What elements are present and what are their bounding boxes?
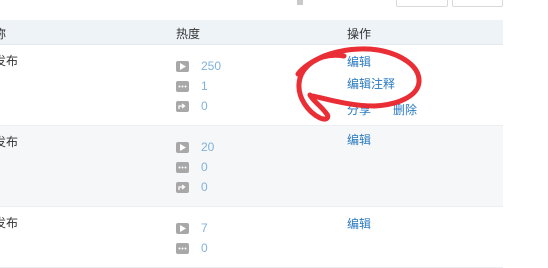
comment-icon xyxy=(176,80,189,92)
comments-count: 0 xyxy=(201,241,208,255)
header-hotness: 热度 xyxy=(176,27,201,41)
comment-icon xyxy=(176,161,189,173)
shares-stat: 0 xyxy=(176,180,208,194)
toolbar-button[interactable] xyxy=(396,0,448,7)
edit-link[interactable]: 编辑 xyxy=(347,131,371,148)
views-count: 7 xyxy=(201,221,208,235)
edit-link[interactable]: 编辑 xyxy=(347,53,371,70)
header-actions: 操作 xyxy=(347,27,372,41)
scroll-marker xyxy=(297,0,303,5)
row-name: 发布 xyxy=(0,216,19,230)
comments-stat: 0 xyxy=(176,160,208,174)
shares-count: 0 xyxy=(201,180,208,194)
edit-link[interactable]: 编辑 xyxy=(347,215,371,232)
table-row: 发布 7 0 编辑 xyxy=(0,207,503,268)
shares-count: 0 xyxy=(201,99,208,113)
content-table: 称 热度 操作 发布 250 1 0 编辑 编辑注释 分享 删除 发布 20 0… xyxy=(0,20,503,268)
views-stat: 20 xyxy=(176,140,214,154)
table-row: 发布 250 1 0 编辑 编辑注释 分享 删除 xyxy=(0,45,503,126)
comments-count: 1 xyxy=(201,79,208,93)
share-link[interactable]: 分享 xyxy=(347,101,371,118)
play-icon xyxy=(176,222,189,234)
share-icon xyxy=(176,100,189,112)
header-name: 称 xyxy=(0,27,7,41)
top-toolbar xyxy=(0,0,548,8)
edit-notes-link[interactable]: 编辑注释 xyxy=(347,75,395,92)
comment-icon xyxy=(176,242,189,254)
table-header: 称 热度 操作 xyxy=(0,20,503,45)
row-name: 发布 xyxy=(0,54,19,68)
play-icon xyxy=(176,141,189,153)
shares-stat: 0 xyxy=(176,99,208,113)
table-row: 发布 20 0 0 编辑 xyxy=(0,126,503,207)
delete-link[interactable]: 删除 xyxy=(393,101,417,118)
share-icon xyxy=(176,181,189,193)
comments-count: 0 xyxy=(201,160,208,174)
play-icon xyxy=(176,60,189,72)
views-count: 20 xyxy=(201,140,215,154)
comments-stat: 0 xyxy=(176,241,208,255)
views-count: 250 xyxy=(201,59,222,73)
comments-stat: 1 xyxy=(176,79,208,93)
views-stat: 250 xyxy=(176,59,221,73)
row-name: 发布 xyxy=(0,135,19,149)
views-stat: 7 xyxy=(176,221,208,235)
toolbar-button[interactable] xyxy=(452,0,503,7)
